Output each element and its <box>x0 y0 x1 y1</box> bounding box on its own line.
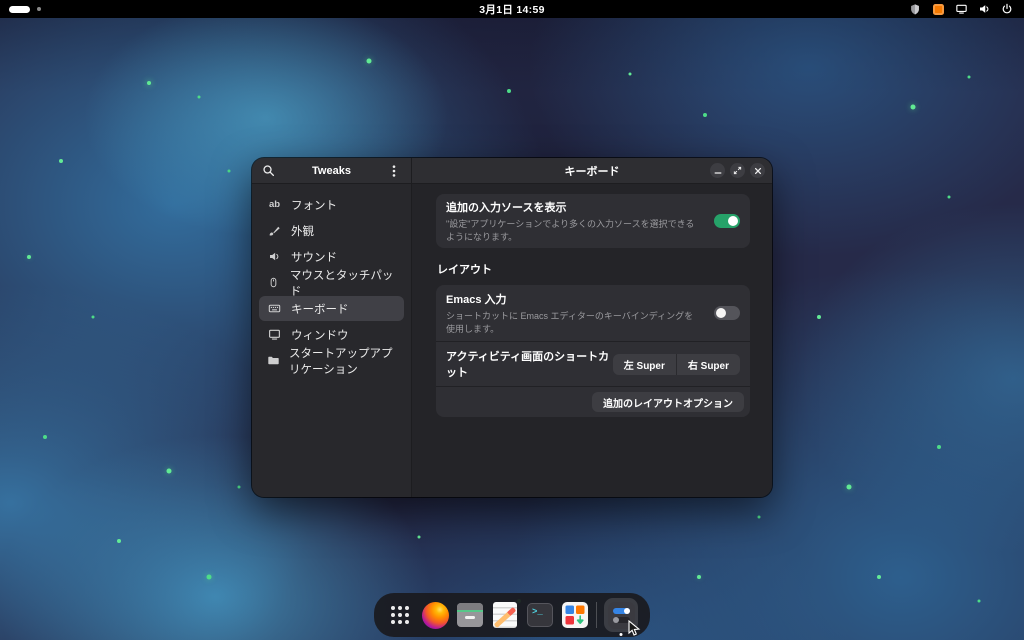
terminal-icon[interactable]: >_ <box>526 601 554 629</box>
screen-icon[interactable] <box>954 2 968 16</box>
show-input-sources-title: 追加の入力ソースを表示 <box>446 199 702 215</box>
workspace-dot[interactable] <box>37 7 41 11</box>
sidebar-item-sound[interactable]: サウンド <box>259 244 404 269</box>
mouse-icon <box>267 276 281 289</box>
layout-section-title: レイアウト <box>437 261 750 277</box>
sidebar-item-startup-applications[interactable]: スタートアップアプリケーション <box>259 348 404 373</box>
speaker-icon <box>267 250 282 263</box>
sidebar-item-label: スタートアップアプリケーション <box>289 345 396 377</box>
sidebar-item-windows[interactable]: ウィンドウ <box>259 322 404 347</box>
left-super-button[interactable]: 左 Super <box>613 354 676 375</box>
desktop: 3月1日 14:59 Tweaks <box>0 0 1024 640</box>
titlebar[interactable]: Tweaks キーボード <box>252 158 772 184</box>
window-controls <box>710 163 765 178</box>
search-button[interactable] <box>259 162 277 180</box>
sidebar: ab フォント 外観 サウンド <box>252 184 412 497</box>
dock: >_ <box>374 593 650 637</box>
minimize-button[interactable] <box>710 163 725 178</box>
volume-icon[interactable] <box>977 2 991 16</box>
shield-icon[interactable] <box>908 2 922 16</box>
software-icon[interactable] <box>561 601 589 629</box>
system-tray[interactable] <box>908 2 1024 16</box>
additional-layout-options-button[interactable]: 追加のレイアウトオプション <box>592 392 744 412</box>
running-indicator-dot <box>620 633 623 636</box>
files-icon[interactable] <box>456 601 484 629</box>
overview-shortcut-row: アクティビティ画面のショートカット 左 Super 右 Super <box>436 341 750 386</box>
emacs-input-toggle[interactable] <box>714 306 740 320</box>
sidebar-item-fonts[interactable]: ab フォント <box>259 192 404 217</box>
top-bar: 3月1日 14:59 <box>0 0 1024 18</box>
workspace-indicator[interactable] <box>0 6 41 13</box>
folder-icon <box>267 354 280 367</box>
sidebar-item-label: ウィンドウ <box>291 327 349 343</box>
sidebar-item-mouse-touchpad[interactable]: マウスとタッチパッド <box>259 270 404 295</box>
dock-separator <box>596 602 597 628</box>
sidebar-item-label: 外観 <box>291 223 314 239</box>
show-input-sources-subtitle: "設定"アプリケーションでより多くの入力ソースを選択できるようになります。 <box>446 217 702 243</box>
app-grid-icon[interactable] <box>386 601 414 629</box>
input-method-badge-icon[interactable] <box>931 2 945 16</box>
sidebar-item-keyboard[interactable]: キーボード <box>259 296 404 321</box>
sidebar-item-label: キーボード <box>291 301 349 317</box>
mouse-cursor <box>628 620 641 640</box>
additional-layout-options-row: 追加のレイアウトオプション <box>436 386 750 417</box>
restore-button[interactable] <box>730 163 745 178</box>
close-button[interactable] <box>750 163 765 178</box>
sidebar-item-label: フォント <box>291 197 337 213</box>
emacs-input-title: Emacs 入力 <box>446 291 702 307</box>
keyboard-settings-page: 追加の入力ソースを表示 "設定"アプリケーションでより多くの入力ソースを選択でき… <box>412 184 772 497</box>
firefox-icon[interactable] <box>421 601 449 629</box>
layout-group: Emacs 入力 ショートカットに Emacs エディターのキーバインディングを… <box>436 285 750 417</box>
clock[interactable]: 3月1日 14:59 <box>479 2 544 17</box>
active-workspace-pill[interactable] <box>9 6 30 13</box>
sidebar-item-label: サウンド <box>291 249 337 265</box>
show-input-sources-toggle[interactable] <box>714 214 740 228</box>
window-icon <box>267 328 282 341</box>
sidebar-headerbar: Tweaks <box>252 158 412 183</box>
sidebar-item-label: マウスとタッチパッド <box>290 267 396 299</box>
tweaks-window: Tweaks キーボード <box>252 158 772 497</box>
overview-shortcut-segmented: 左 Super 右 Super <box>613 354 740 375</box>
power-icon[interactable] <box>1000 2 1014 16</box>
emacs-input-row: Emacs 入力 ショートカットに Emacs エディターのキーバインディングを… <box>436 285 750 341</box>
overview-shortcut-label: アクティビティ画面のショートカット <box>446 348 613 380</box>
keyboard-icon <box>267 302 282 315</box>
emacs-input-subtitle: ショートカットに Emacs エディターのキーバインディングを使用します。 <box>446 309 702 335</box>
menu-kebab-icon[interactable] <box>385 162 403 180</box>
paintbrush-icon <box>267 224 282 237</box>
show-input-sources-row: 追加の入力ソースを表示 "設定"アプリケーションでより多くの入力ソースを選択でき… <box>436 194 750 248</box>
ab-glyph-icon: ab <box>267 199 282 210</box>
text-editor-icon[interactable] <box>491 601 519 629</box>
right-super-button[interactable]: 右 Super <box>676 354 740 375</box>
content-headerbar: キーボード <box>412 158 772 183</box>
sidebar-item-appearance[interactable]: 外観 <box>259 218 404 243</box>
wallpaper-speck-glow <box>0 18 2 20</box>
